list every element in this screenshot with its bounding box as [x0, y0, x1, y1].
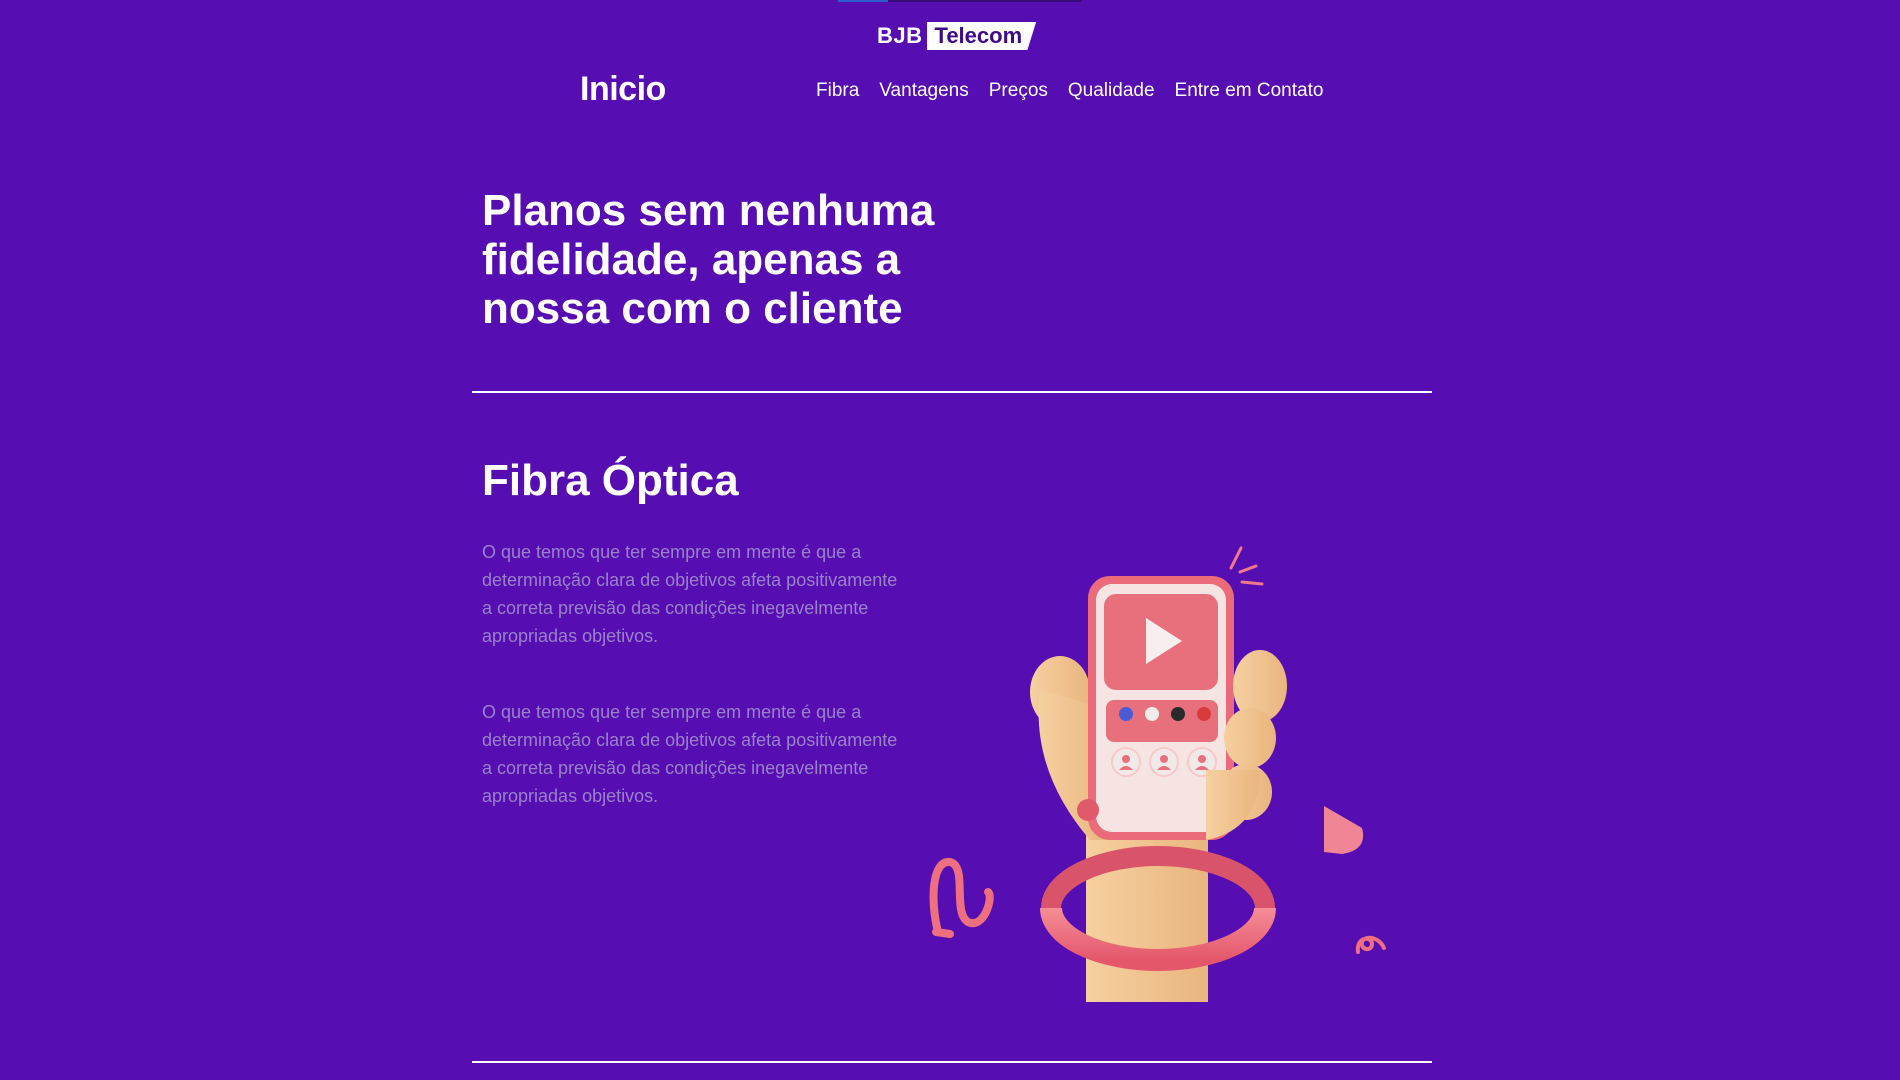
nav-link-fibra[interactable]: Fibra — [816, 80, 859, 102]
nav-link-vantagens[interactable]: Vantagens — [879, 80, 968, 102]
nav-link-qualidade[interactable]: Qualidade — [1068, 80, 1155, 102]
fibra-paragraph-1: O que temos que ter sempre em mente é qu… — [482, 542, 898, 646]
section-divider — [472, 391, 1432, 393]
logo-telecom: Telecom — [926, 22, 1037, 50]
logo[interactable]: BJB Telecom — [877, 20, 1037, 52]
hero-title: Planos sem nenhuma fidelidade, apenas a … — [482, 186, 935, 333]
fibra-section-title: Fibra Óptica — [482, 456, 739, 505]
nav-links: Fibra Vantagens Preços Qualidade Entre e… — [816, 80, 1323, 102]
hand-holding-phone-play-icon — [929, 546, 1386, 1002]
nav-home-link[interactable]: Inicio — [580, 70, 666, 109]
top-strip — [838, 0, 1082, 2]
nav-link-contato[interactable]: Entre em Contato — [1175, 80, 1324, 102]
section-divider-bottom — [472, 1061, 1432, 1063]
main-nav: Inicio Fibra Vantagens Preços Qualidade … — [0, 68, 1900, 116]
fibra-paragraph-2: O que temos que ter sempre em mente é qu… — [482, 702, 898, 806]
logo-bjb: BJB — [877, 23, 923, 48]
nav-link-precos[interactable]: Preços — [989, 80, 1048, 102]
